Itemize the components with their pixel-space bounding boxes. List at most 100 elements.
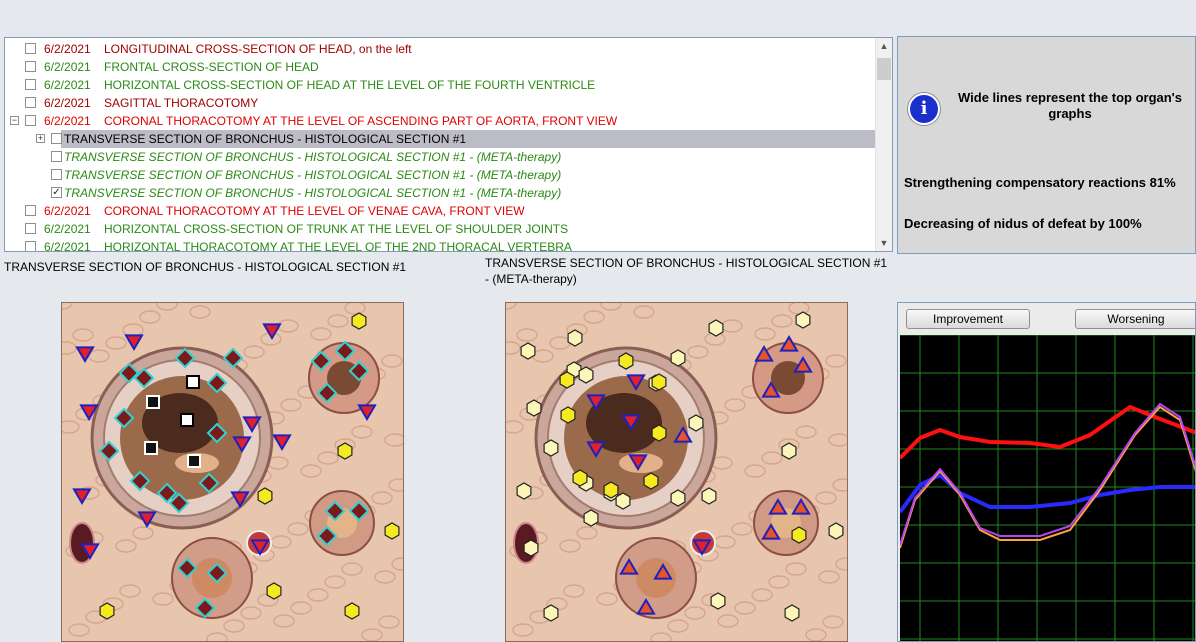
right-image-caption: TRANSVERSE SECTION OF BRONCHUS - HISTOLO… — [485, 256, 888, 286]
item-checkbox[interactable] — [25, 79, 36, 90]
marker-square — [144, 441, 158, 455]
list-item[interactable]: 6/2/2021 HORIZONTAL CROSS-SECTION OF TRUN… — [5, 220, 875, 238]
item-date: 6/2/2021 — [44, 60, 91, 74]
item-checkbox[interactable] — [25, 115, 36, 126]
item-checkbox[interactable] — [25, 43, 36, 54]
list-scrollbar[interactable]: ▲ ▼ — [875, 38, 892, 251]
item-title: HORIZONTAL THORACOTOMY AT THE LEVEL OF T… — [104, 240, 572, 252]
marker-hexagon — [543, 439, 559, 457]
tissue-scene-before — [62, 303, 403, 641]
marker-hexagon — [266, 582, 282, 600]
list-item[interactable]: − 6/2/2021 CORONAL THORACOTOMY AT THE LEVE… — [5, 112, 875, 130]
item-title: SAGITTAL THORACOTOMY — [104, 96, 259, 110]
list-item[interactable]: + TRANSVERSE SECTION OF BRONCHUS - HISTOL… — [5, 130, 875, 148]
marker-hexagon — [384, 522, 400, 540]
collapse-icon[interactable]: − — [10, 116, 19, 125]
info-message: Wide lines represent the top organ's gra… — [957, 90, 1182, 121]
item-title: FRONTAL CROSS-SECTION OF HEAD — [104, 60, 319, 74]
marker-hexagon — [784, 604, 800, 622]
list-item[interactable]: 6/2/2021 FRONTAL CROSS-SECTION OF HEAD — [5, 58, 875, 76]
item-checkbox[interactable] — [25, 61, 36, 72]
organ-graph — [898, 334, 1195, 641]
item-checkbox[interactable] — [25, 223, 36, 234]
marker-hexagon — [615, 492, 631, 510]
item-title: TRANSVERSE SECTION OF BRONCHUS - HISTOLO… — [64, 186, 562, 200]
list-item[interactable]: ✓ TRANSVERSE SECTION OF BRONCHUS - HISTOL… — [5, 184, 875, 202]
item-checkbox[interactable] — [25, 97, 36, 108]
marker-hexagon — [520, 342, 536, 360]
item-date: 6/2/2021 — [44, 240, 91, 252]
marker-hexagon — [670, 489, 686, 507]
marker-hexagon — [99, 602, 115, 620]
improvement-button[interactable]: Improvement — [906, 309, 1030, 329]
item-date: 6/2/2021 — [44, 78, 91, 92]
marker-hexagon — [559, 371, 575, 389]
marker-hexagon — [710, 592, 726, 610]
item-title: HORIZONTAL CROSS-SECTION OF TRUNK AT THE… — [104, 222, 569, 236]
list-item[interactable]: 6/2/2021 LONGITUDINAL CROSS-SECTION OF HE… — [5, 40, 875, 58]
worsening-button[interactable]: Worsening — [1075, 309, 1195, 329]
list-item[interactable]: 6/2/2021 CORONAL THORACOTOMY AT THE LEVEL… — [5, 202, 875, 220]
item-checkbox[interactable] — [25, 205, 36, 216]
item-date: 6/2/2021 — [44, 114, 91, 128]
marker-hexagon — [603, 481, 619, 499]
marker-hexagon — [828, 522, 844, 540]
list-item[interactable]: 6/2/2021 SAGITTAL THORACOTOMY — [5, 94, 875, 112]
marker-hexagon — [516, 482, 532, 500]
item-title: TRANSVERSE SECTION OF BRONCHUS - HISTOLO… — [64, 168, 562, 182]
scroll-up-icon[interactable]: ▲ — [876, 38, 892, 54]
marker-hexagon — [701, 487, 717, 505]
list-item[interactable]: 6/2/2021 HORIZONTAL CROSS-SECTION OF HEAD… — [5, 76, 875, 94]
decreasing-stat: Decreasing of nidus of defeat by 100% — [904, 216, 1142, 231]
marker-hexagon — [795, 311, 811, 329]
marker-hexagon — [670, 349, 686, 367]
marker-hexagon — [560, 406, 576, 424]
marker-hexagon — [257, 487, 273, 505]
marker-hexagon — [618, 352, 634, 370]
histology-image-after[interactable] — [505, 302, 848, 642]
item-date: 6/2/2021 — [44, 42, 91, 56]
marker-square — [186, 375, 200, 389]
list-item[interactable]: TRANSVERSE SECTION OF BRONCHUS - HISTOLO… — [5, 166, 875, 184]
series-line-blue — [898, 472, 1195, 514]
histology-image-before[interactable] — [61, 302, 404, 642]
expand-icon[interactable]: + — [36, 134, 45, 143]
marker-hexagon — [583, 509, 599, 527]
item-date: 6/2/2021 — [44, 204, 91, 218]
list-item[interactable]: 6/2/2021 HORIZONTAL THORACOTOMY AT THE LE… — [5, 238, 875, 252]
marker-hexagon — [791, 526, 807, 544]
item-title: TRANSVERSE SECTION OF BRONCHUS - HISTOLO… — [64, 150, 562, 164]
marker-hexagon — [337, 442, 353, 460]
marker-hexagon — [572, 469, 588, 487]
item-checkbox[interactable] — [25, 241, 36, 251]
marker-square — [180, 413, 194, 427]
list-item[interactable]: TRANSVERSE SECTION OF BRONCHUS - HISTOLO… — [5, 148, 875, 166]
marker-hexagon — [651, 424, 667, 442]
marker-hexagon — [523, 539, 539, 557]
scroll-thumb[interactable] — [877, 58, 891, 80]
item-title: CORONAL THORACOTOMY AT THE LEVEL OF ASCE… — [104, 114, 618, 128]
item-checkbox[interactable] — [51, 133, 62, 144]
item-title: HORIZONTAL CROSS-SECTION OF HEAD AT THE … — [104, 78, 596, 92]
item-title: TRANSVERSE SECTION OF BRONCHUS - HISTOLO… — [64, 132, 467, 146]
scroll-down-icon[interactable]: ▼ — [876, 235, 892, 251]
marker-hexagon — [578, 366, 594, 384]
info-panel: i Wide lines represent the top organ's g… — [897, 36, 1196, 254]
series-line-orange — [899, 405, 1195, 549]
graph-canvas — [898, 334, 1195, 641]
item-checkbox[interactable] — [51, 169, 62, 180]
strengthening-stat: Strengthening compensatory reactions 81% — [904, 175, 1176, 190]
item-title: LONGITUDINAL CROSS-SECTION OF HEAD, on t… — [104, 42, 412, 56]
marker-hexagon — [526, 399, 542, 417]
organ-list[interactable]: 6/2/2021 HORIZONTAL THORACOTOMY AT THE LE… — [4, 37, 893, 252]
marker-square — [146, 395, 160, 409]
item-title: CORONAL THORACOTOMY AT THE LEVEL OF VENA… — [104, 204, 525, 218]
marker-hexagon — [543, 604, 559, 622]
item-checkbox[interactable] — [51, 151, 62, 162]
item-checkbox[interactable]: ✓ — [51, 187, 62, 198]
item-date: 6/2/2021 — [44, 222, 91, 236]
series-line-purple — [899, 402, 1195, 546]
marker-hexagon — [781, 442, 797, 460]
marker-hexagon — [351, 312, 367, 330]
marker-hexagon — [643, 472, 659, 490]
